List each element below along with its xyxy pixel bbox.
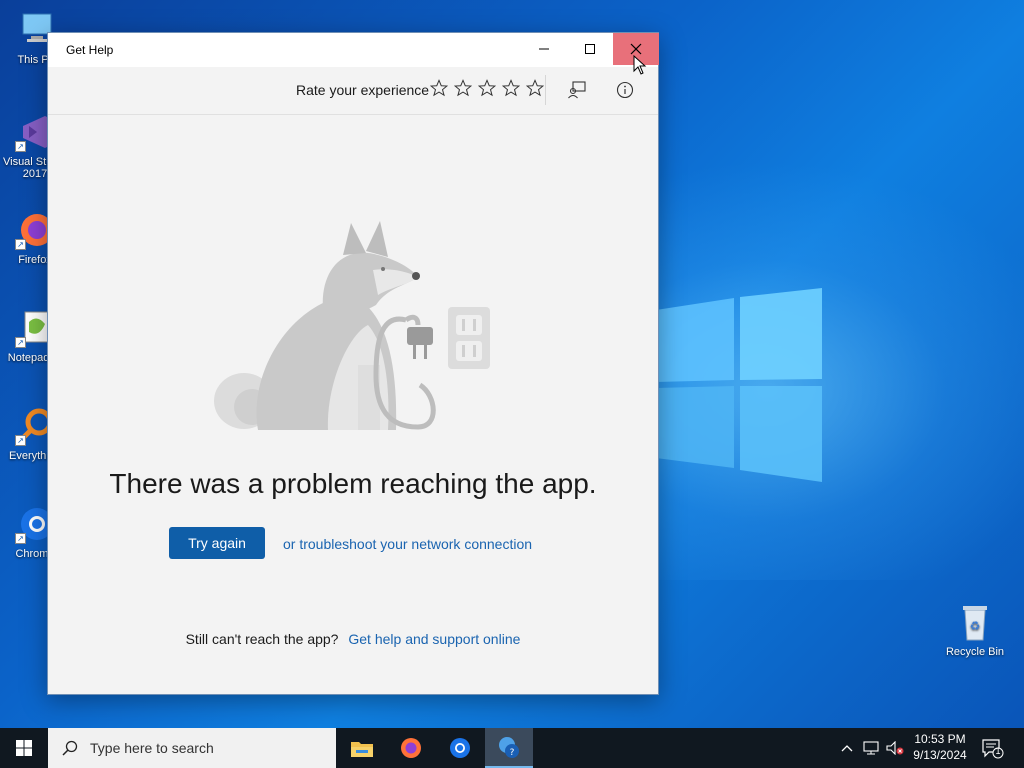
minimize-icon <box>539 48 549 50</box>
window-title: Get Help <box>66 43 114 57</box>
windows-start-icon <box>16 740 32 756</box>
firefox-icon <box>401 738 421 758</box>
star-icon-5[interactable] <box>526 79 544 97</box>
shortcut-arrow-icon: ↗ <box>15 533 26 544</box>
star-icon-4[interactable] <box>502 79 520 97</box>
shortcut-arrow-icon: ↗ <box>15 239 26 250</box>
recycle-bin-icon: ♻ <box>955 602 995 642</box>
still-cant-reach-text: Still can't reach the app? <box>185 631 339 647</box>
tray-network[interactable] <box>860 728 882 768</box>
get-help-online-link[interactable]: Get help and support online <box>348 631 520 647</box>
svg-text:♻: ♻ <box>970 619 981 633</box>
tray-overflow-button[interactable] <box>836 728 858 768</box>
volume-muted-icon <box>886 741 904 755</box>
taskbar-firefox[interactable] <box>387 728 435 768</box>
clock-date: 9/13/2024 <box>913 748 967 762</box>
maximize-button[interactable] <box>567 33 613 65</box>
taskbar-search-box[interactable]: Type here to search <box>48 728 336 768</box>
shortcut-arrow-icon: ↗ <box>15 337 26 348</box>
clock-time: 10:53 PM <box>914 732 966 746</box>
minimize-button[interactable] <box>521 33 567 65</box>
toolbar: Rate your experience <box>48 67 658 115</box>
star-icon-1[interactable] <box>430 79 448 97</box>
chevron-up-icon <box>841 745 853 752</box>
notification-count: 1 <box>995 746 1001 756</box>
taskbar-get-help[interactable]: ? <box>485 728 533 768</box>
title-bar[interactable]: Get Help <box>48 33 659 67</box>
shortcut-arrow-icon: ↗ <box>15 141 26 152</box>
mouse-cursor-icon <box>633 55 647 75</box>
start-button[interactable] <box>0 728 48 768</box>
still-cant-reach-row: Still can't reach the app? Get help and … <box>48 631 658 647</box>
tray-volume[interactable] <box>884 728 906 768</box>
taskbar-chrome[interactable] <box>436 728 484 768</box>
taskbar-clock[interactable]: 10:53 PM 9/13/2024 <box>905 731 975 763</box>
action-center-button[interactable]: 1 <box>980 736 1004 760</box>
taskbar-file-explorer[interactable] <box>338 728 386 768</box>
search-icon <box>62 740 78 756</box>
taskbar: Type here to search ? 10:53 PM 9/13/2024… <box>0 728 1024 768</box>
info-icon <box>616 81 634 99</box>
error-content: There was a problem reaching the app. Tr… <box>48 115 658 694</box>
network-icon <box>863 741 879 755</box>
rate-experience-label: Rate your experience <box>296 82 430 98</box>
feedback-button[interactable] <box>564 77 590 103</box>
info-button[interactable] <box>612 77 638 103</box>
toolbar-divider <box>545 75 546 105</box>
try-again-button[interactable]: Try again <box>169 527 265 559</box>
get-help-icon: ? <box>499 737 519 758</box>
dog-unplugged-illustration <box>214 221 490 430</box>
feedback-icon <box>568 81 586 99</box>
desktop-icon-label: Recycle Bin <box>945 646 1005 658</box>
star-icon-2[interactable] <box>454 79 472 97</box>
search-placeholder: Type here to search <box>90 740 214 756</box>
troubleshoot-network-link[interactable]: or troubleshoot your network connection <box>283 536 532 552</box>
svg-text:?: ? <box>510 748 515 758</box>
get-help-window: Get Help Rate your experience There was … <box>47 32 659 695</box>
star-icon-3[interactable] <box>478 79 496 97</box>
rating-stars <box>430 79 544 97</box>
windows-logo-wallpaper <box>656 288 822 482</box>
maximize-icon <box>585 44 595 54</box>
shortcut-arrow-icon: ↗ <box>15 435 26 446</box>
error-headline: There was a problem reaching the app. <box>109 468 597 499</box>
chrome-icon <box>450 738 470 758</box>
desktop-icon-recycle-bin[interactable]: ♻ Recycle Bin <box>940 602 1010 658</box>
close-icon <box>630 43 642 55</box>
file-explorer-icon <box>351 742 373 757</box>
